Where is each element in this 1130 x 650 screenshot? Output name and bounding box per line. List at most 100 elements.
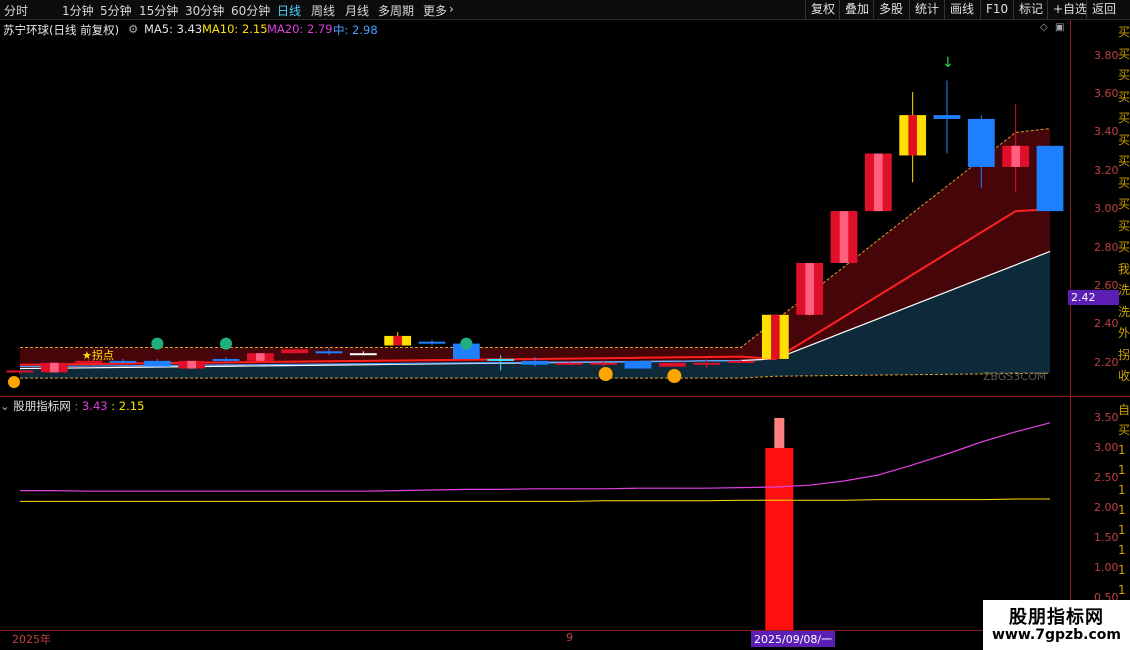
ma5-label: MA5: 3.43 <box>144 22 203 36</box>
indicator-chart[interactable] <box>0 398 1068 630</box>
sub-signal-char: 1 <box>1118 483 1126 497</box>
candle-stripe <box>1011 145 1020 167</box>
candle-body <box>693 362 721 365</box>
signal-dot-icon <box>220 337 232 350</box>
price-axis-line <box>1070 20 1071 630</box>
candle-stripe <box>771 314 780 359</box>
tool-draw-button[interactable]: 画线 <box>944 0 979 19</box>
candle-stripe <box>256 353 265 361</box>
sub-signal-char: 1 <box>1118 583 1126 597</box>
buy-arrow-icon: ↓ <box>942 55 954 71</box>
window-toggle-icon[interactable]: ▣ <box>1055 22 1064 33</box>
tool-stats-button[interactable]: 统计 <box>909 0 944 19</box>
period-toolbar: 分时 1分钟 5分钟 15分钟 30分钟 60分钟 日线 周线 月线 多周期 更… <box>0 0 1130 20</box>
tool-mark-button[interactable]: 标记 <box>1013 0 1048 19</box>
spike-cap <box>774 418 785 448</box>
sub-tick: 2.00 <box>1094 501 1119 514</box>
period-fenshi[interactable]: 分时 <box>4 2 28 19</box>
price-tick: 3.80 <box>1094 48 1119 62</box>
period-60min[interactable]: 60分钟 <box>231 2 270 19</box>
sub-tick: 1.50 <box>1094 531 1119 544</box>
period-multi[interactable]: 多周期 <box>378 2 414 19</box>
chart-watermark: ZBGS3COM <box>983 370 1047 383</box>
signal-char: 买 <box>1118 132 1130 147</box>
period-daily[interactable]: 日线 <box>277 2 301 19</box>
indicator-line-pink <box>20 422 1051 492</box>
signal-char: 我 <box>1118 261 1130 276</box>
candle-body <box>315 351 343 354</box>
period-weekly[interactable]: 周线 <box>311 2 335 19</box>
panel-divider[interactable] <box>0 396 1130 397</box>
price-tick: 3.40 <box>1094 125 1119 139</box>
sub-tick: 2.50 <box>1094 471 1119 484</box>
candle-body <box>624 360 652 369</box>
signal-char: 洗 <box>1118 304 1130 319</box>
period-monthly[interactable]: 月线 <box>345 2 369 19</box>
settings-gear-icon[interactable]: ⚙ <box>128 22 138 36</box>
sub-signal-char: 1 <box>1118 463 1126 477</box>
candle-stripe <box>908 115 917 156</box>
price-tick: 2.20 <box>1094 355 1119 369</box>
sub-signal-char: 1 <box>1118 523 1126 537</box>
candle-body <box>521 360 549 365</box>
price-tick: 3.00 <box>1094 202 1119 216</box>
site-url: www.7gpzb.com <box>991 627 1121 643</box>
mid-label: 中: 2.98 <box>333 23 378 37</box>
period-more[interactable]: 更多 <box>423 2 447 19</box>
candle-body <box>418 341 446 344</box>
signal-char: 外 <box>1118 326 1130 340</box>
signal-char: 买 <box>1118 240 1130 254</box>
candle-stripe <box>805 262 814 315</box>
candlestick-chart[interactable]: ↓ <box>0 38 1068 394</box>
price-tick: 2.80 <box>1094 240 1119 254</box>
signal-char: 买 <box>1118 154 1130 168</box>
tool-back-button[interactable]: 返回 <box>1086 0 1121 19</box>
signal-char: 买 <box>1118 68 1130 82</box>
sub-signal-char: 1 <box>1118 503 1126 517</box>
candle-stripe <box>839 211 849 263</box>
spike-bar <box>765 448 794 630</box>
signal-char: 买 <box>1118 46 1130 61</box>
signal-char: 买 <box>1118 89 1130 104</box>
tool-fuquan-button[interactable]: 复权 <box>805 0 840 19</box>
month-label: 9 <box>566 631 573 644</box>
candle-body <box>1036 145 1064 212</box>
candle-body <box>727 360 755 363</box>
sub-tick: 3.00 <box>1094 441 1119 454</box>
sub-signal-char: 买 <box>1118 423 1130 437</box>
current-price-badge: 2.42 <box>1068 290 1119 305</box>
pivot-label: ★拐点 <box>82 349 114 362</box>
period-30min[interactable]: 30分钟 <box>185 2 224 19</box>
signal-circle-icon <box>667 369 682 383</box>
ma10-label: MA10: 2.15 <box>202 22 268 36</box>
tool-overlay-button[interactable]: 叠加 <box>839 0 874 19</box>
sub-signal-char: 自 <box>1118 403 1130 417</box>
indicator-line-yellow <box>20 498 1050 502</box>
candle-body <box>555 362 583 365</box>
signal-char: 买 <box>1118 25 1130 39</box>
diamond-icon[interactable]: ◇ <box>1040 22 1048 33</box>
candle-body <box>143 360 171 367</box>
chevron-right-icon[interactable]: › <box>449 2 454 16</box>
period-5min[interactable]: 5分钟 <box>100 2 132 19</box>
signal-char: 买 <box>1118 197 1130 211</box>
candle-body <box>281 349 309 354</box>
signal-char: 买 <box>1118 218 1130 233</box>
main-chart-title: 苏宁环球(日线 前复权) ⚙ MA5: 3.43 MA10: 2.15 MA20… <box>0 20 1068 38</box>
price-tick: 3.60 <box>1094 87 1119 100</box>
tool-multistock-button[interactable]: 多股 <box>873 0 908 19</box>
period-15min[interactable]: 15分钟 <box>139 2 178 19</box>
stock-name[interactable]: 苏宁环球(日线 前复权) <box>3 22 119 38</box>
signal-circle-icon <box>8 376 20 388</box>
tool-f10-button[interactable]: F10 <box>980 0 1013 19</box>
candle-body <box>590 362 618 365</box>
candle-body <box>212 358 240 361</box>
sub-signal-char: 1 <box>1118 563 1126 577</box>
signal-char: 买 <box>1118 111 1130 125</box>
signal-char: 买 <box>1118 175 1130 190</box>
price-tick: 2.40 <box>1094 317 1119 331</box>
year-label: 2025年 <box>12 633 51 646</box>
period-1min[interactable]: 1分钟 <box>62 2 94 19</box>
signal-dot-icon <box>460 337 473 350</box>
candle-body <box>349 353 377 356</box>
